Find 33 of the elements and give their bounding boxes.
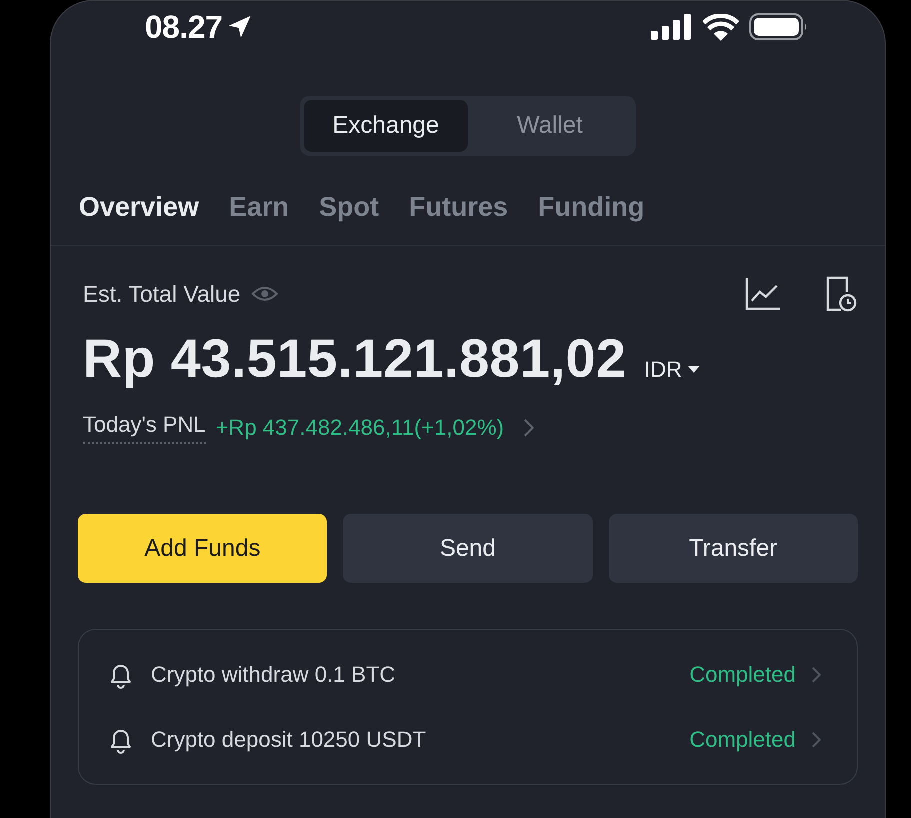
segment-tab[interactable]: Wallet (468, 100, 632, 152)
location-arrow-icon (226, 14, 253, 40)
notification-row[interactable]: Crypto deposit 10250 USDT Completed (79, 707, 857, 772)
pnl-label[interactable]: Today's PNL (83, 412, 206, 444)
chevron-right-icon (812, 666, 821, 682)
currency-selector[interactable]: IDR (644, 357, 700, 383)
document-clock-icon[interactable] (825, 276, 857, 312)
total-value-label: Est. Total Value (83, 280, 241, 308)
action-button[interactable]: Send (343, 514, 593, 583)
status-text: Completed (690, 726, 796, 752)
battery-icon (749, 13, 809, 41)
nav-tab[interactable]: Spot (319, 192, 380, 223)
total-balance: Rp 43.515.121.881,02 (83, 328, 626, 390)
action-button[interactable]: Transfer (608, 514, 858, 583)
line-chart-icon[interactable] (745, 277, 781, 311)
wifi-icon (703, 14, 739, 40)
segment-tab[interactable]: Exchange (304, 100, 468, 152)
eye-icon[interactable] (250, 284, 279, 304)
nav-tab[interactable]: Overview (79, 192, 200, 223)
notification-text: Crypto withdraw 0.1 BTC (151, 662, 397, 688)
chevron-right-icon[interactable] (524, 419, 534, 437)
add-funds-button[interactable]: Add Funds (78, 514, 328, 583)
notification-text: Crypto deposit 10250 USDT (151, 726, 428, 752)
notification-row[interactable]: Crypto withdraw 0.1 BTC Completed (79, 642, 857, 707)
caret-icon (688, 366, 700, 374)
pnl-value: +Rp 437.482.486,11(+1,02%) (216, 415, 504, 441)
status-text: Completed (690, 662, 796, 688)
status-time: 08.27 (145, 8, 223, 46)
nav-tab[interactable]: Earn (229, 192, 290, 223)
nav-tab[interactable]: Funding (538, 192, 645, 223)
chevron-right-icon (812, 732, 821, 748)
nav-tab[interactable]: Futures (409, 192, 508, 223)
signal-icon (651, 14, 693, 40)
